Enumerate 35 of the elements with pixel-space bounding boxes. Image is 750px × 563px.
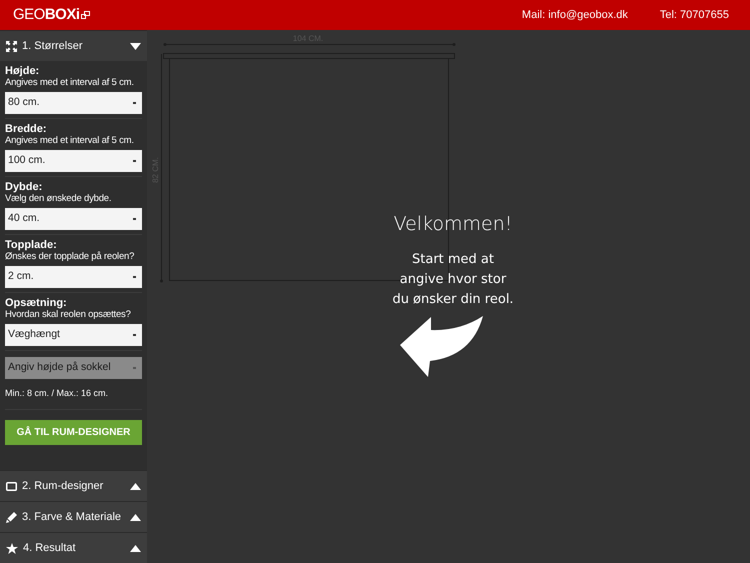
welcome-text: Start med at angive hvor stor du ønsker din reol. — [392, 251, 514, 309]
field-label: Højde: — [5, 66, 40, 77]
welcome-title: Velkommen! — [394, 212, 512, 237]
mail-link[interactable]: Mail: info@geobox.dk — [522, 6, 628, 24]
field-hint: Vælg den ønskede dybde. — [5, 193, 112, 204]
range-note: Min.: 8 cm. / Max.: 16 cm. — [5, 387, 142, 410]
select-field[interactable]: Væghængt — [5, 324, 142, 346]
select-field[interactable]: 40 cm. — [5, 208, 142, 230]
caret-icon — [130, 514, 141, 520]
field-hint: Ønskes der topplade på reolen? — [5, 251, 136, 262]
caret-icon — [130, 42, 141, 50]
logo[interactable]: GEOBOXi — [13, 4, 90, 26]
field-hint: Angives med et interval af 5 cm. — [5, 77, 135, 88]
select-field[interactable]: 80 cm. — [5, 92, 142, 114]
expand-icon — [6, 40, 17, 52]
star-icon — [6, 542, 18, 554]
pencil-icon — [6, 512, 17, 522]
section-header[interactable]: 2. Rum-designer — [0, 470, 147, 501]
caret-icon — [130, 544, 141, 552]
curved-arrow-icon — [400, 316, 484, 378]
squares-icon — [80, 11, 90, 19]
select-field[interactable]: 100 cm. — [5, 150, 142, 172]
field-label: Dybde: — [5, 182, 44, 193]
field-label: Topplade: — [5, 240, 58, 251]
phone-number: Tel: 70707655 — [660, 8, 729, 23]
field-hint: Angives med et interval af 5 cm. — [5, 135, 135, 146]
section-header[interactable]: 3. Farve & Materiale — [0, 501, 147, 532]
monitor-icon — [6, 482, 17, 490]
section-header[interactable]: 4. Resultat — [0, 532, 147, 563]
field-hint: Hvordan skal reolen opsættes? — [5, 309, 132, 320]
field-label: Opsætning: — [5, 298, 68, 309]
section-header[interactable]: 1. Størrelser — [0, 30, 147, 61]
field-label: Bredde: — [5, 124, 48, 135]
select-field[interactable]: 2 cm. — [5, 266, 142, 288]
caret-icon — [130, 482, 141, 490]
